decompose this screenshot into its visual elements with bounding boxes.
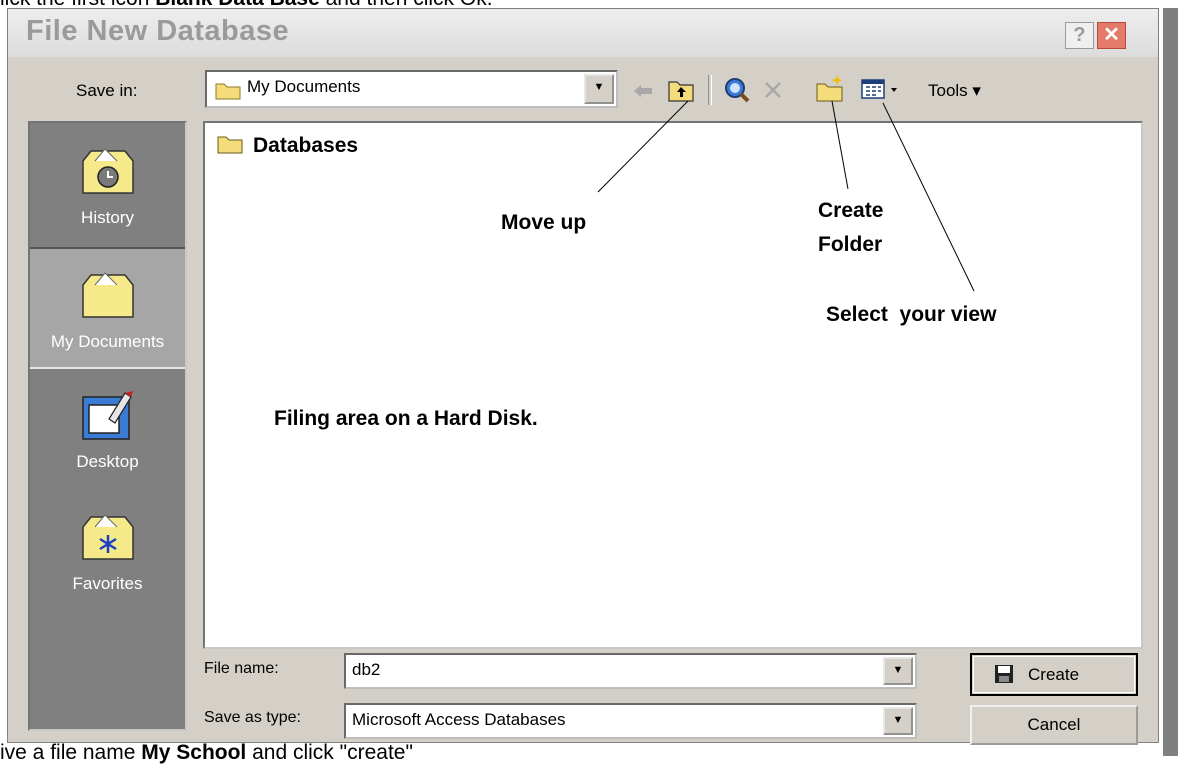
create-label: Create bbox=[1028, 665, 1080, 684]
file-name-value: db2 bbox=[352, 660, 381, 679]
save-as-type-label: Save as type: bbox=[204, 709, 301, 726]
create-button[interactable]: Create bbox=[970, 653, 1138, 696]
save-icon bbox=[995, 665, 1013, 683]
annotation-filing-area: Filing area on a Hard Disk. bbox=[274, 407, 538, 430]
annotation-create-folder-1: Create bbox=[818, 199, 884, 222]
page-edge bbox=[1163, 8, 1178, 756]
annotation-select-view: Select your view bbox=[826, 303, 997, 326]
instruction-text-end: and click "create" bbox=[246, 741, 413, 764]
annotation-lines bbox=[597, 100, 975, 292]
file-name-field[interactable]: db2 ▼ bbox=[344, 653, 917, 689]
file-new-database-dialog: File New Database ? ✕ Save in: My Docume… bbox=[7, 8, 1159, 745]
chevron-down-icon[interactable]: ▼ bbox=[883, 707, 913, 735]
instruction-bold-text: My School bbox=[141, 741, 247, 764]
save-as-type-dropdown[interactable]: Microsoft Access Databases ▼ bbox=[344, 703, 917, 739]
annotation-move-up: Move up bbox=[501, 211, 587, 234]
save-as-type-value: Microsoft Access Databases bbox=[352, 710, 566, 729]
document-instruction-bottom: ive a file name My School and click "cre… bbox=[0, 741, 413, 765]
file-name-label: File name: bbox=[204, 660, 279, 677]
annotation-create-folder-2: Folder bbox=[818, 233, 883, 256]
cancel-button[interactable]: Cancel bbox=[970, 705, 1138, 745]
chevron-down-icon[interactable]: ▼ bbox=[883, 657, 913, 685]
instruction-text: ive a file name bbox=[0, 741, 142, 764]
